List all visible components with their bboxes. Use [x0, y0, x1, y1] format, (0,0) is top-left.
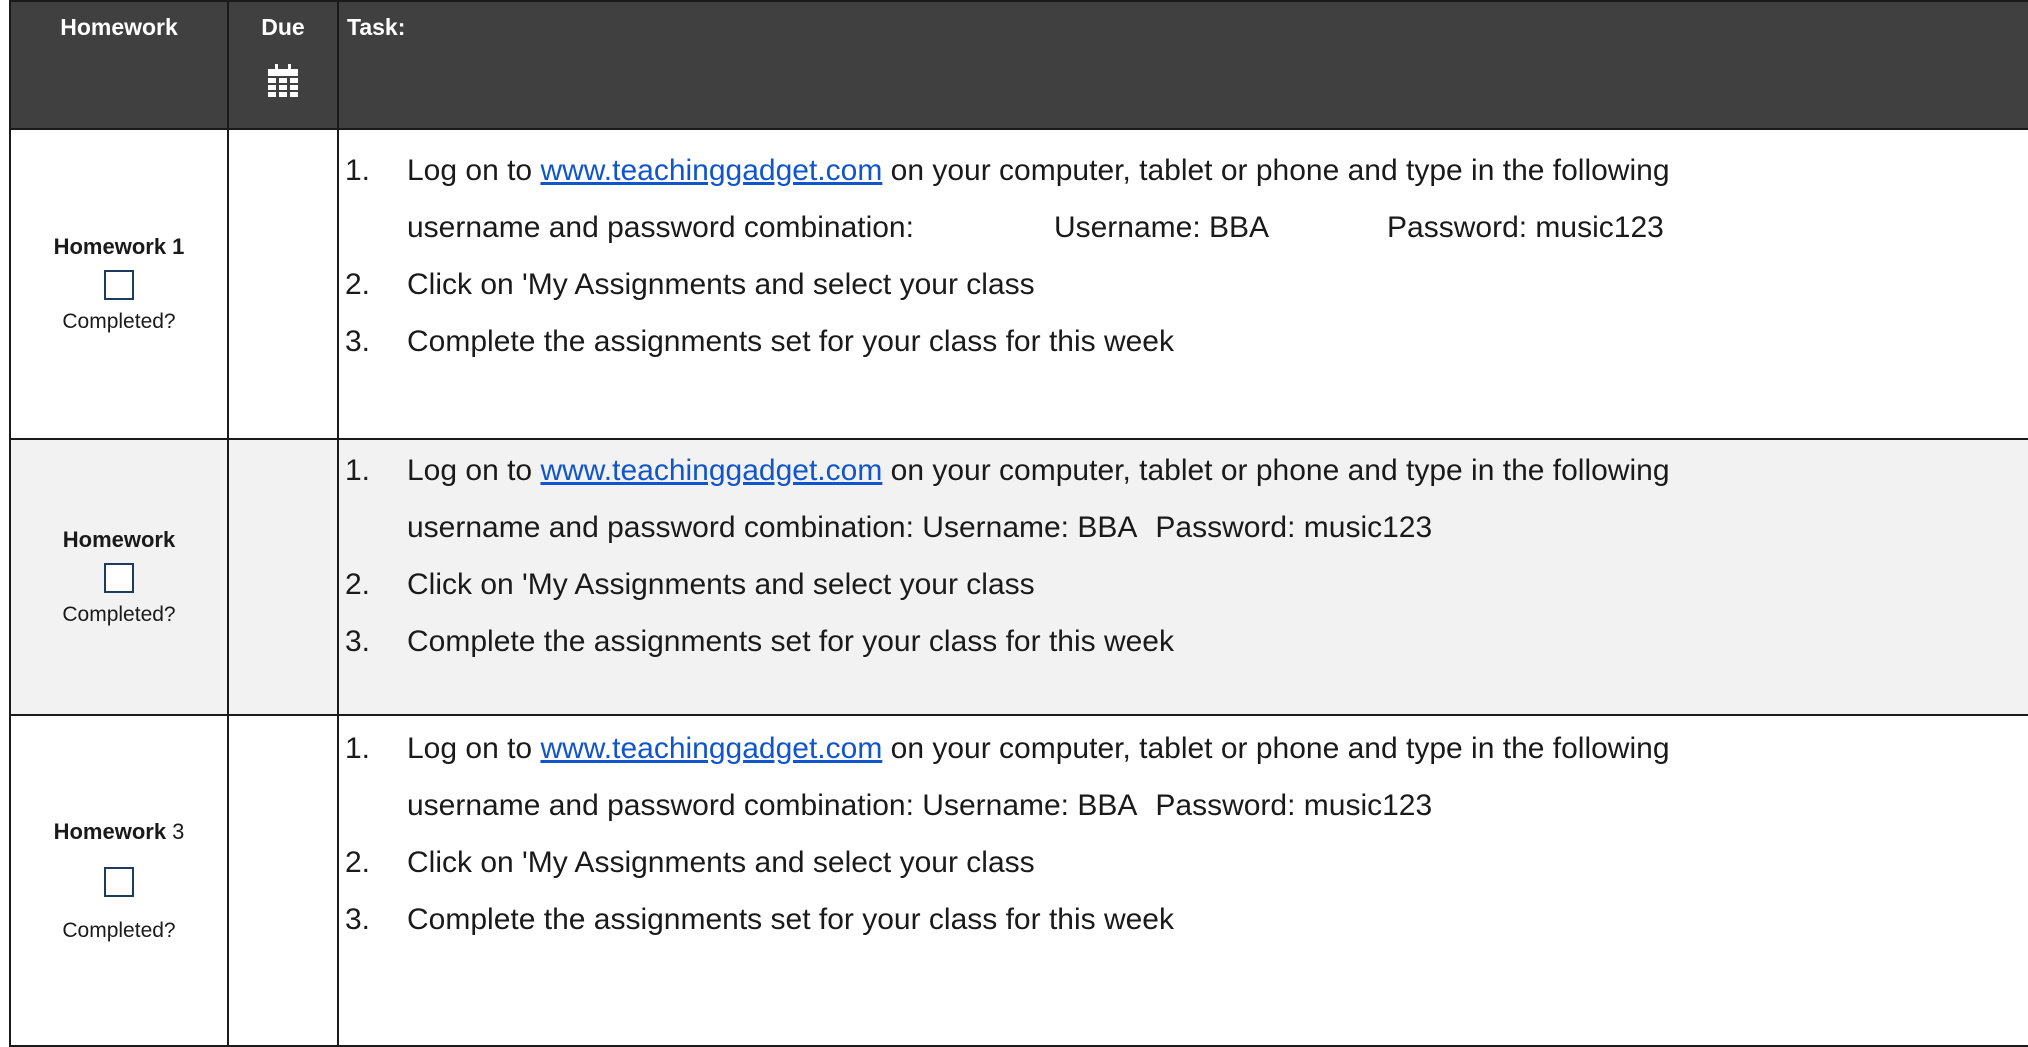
header-homework: Homework [9, 0, 229, 130]
due-cell [227, 438, 339, 716]
password-text: Password: music123 [1155, 788, 1433, 822]
teachinggadget-link[interactable]: www.teachinggadget.com [540, 454, 882, 487]
header-task: Task: [337, 0, 2028, 130]
homework-title: Homework 1 [53, 234, 185, 259]
teachinggadget-link[interactable]: www.teachinggadget.com [540, 154, 882, 187]
task-cell: 1. Log on to www.teachinggadget.com on y… [337, 714, 2028, 1047]
homework-row: Homework 1 Completed? 1. Log on to www.t… [9, 128, 2028, 440]
completed-label: Completed? [62, 918, 176, 942]
homework-cell: Homework Completed? [9, 438, 229, 716]
username-text: Username: BBA [1053, 210, 1270, 244]
homework-row: Homework Completed? 1. Log on to www.tea… [9, 438, 2028, 716]
password-text: Password: music123 [1387, 210, 1664, 244]
calendar-icon [268, 64, 298, 97]
homework-cell: Homework 1 Completed? [9, 128, 229, 440]
completed-label: Completed? [62, 310, 176, 333]
password-text: Password: music123 [1155, 510, 1433, 544]
completed-checkbox[interactable] [104, 866, 134, 897]
task-list: 1. Log on to www.teachinggadget.com on y… [339, 142, 2028, 370]
task-step: 1. Log on to www.teachinggadget.com on y… [345, 153, 1670, 187]
task-step: 2. Click on 'My Assignments and select y… [345, 845, 1035, 879]
task-cell: 1. Log on to www.teachinggadget.com on y… [337, 128, 2028, 440]
task-list: 1. Log on to www.teachinggadget.com on y… [339, 442, 2028, 670]
due-cell [227, 128, 339, 440]
homework-cell: Homework 3 Completed? [9, 714, 229, 1047]
teachinggadget-link[interactable]: www.teachinggadget.com [540, 732, 882, 765]
task-cell: 1. Log on to www.teachinggadget.com on y… [337, 438, 2028, 716]
due-cell [227, 714, 339, 1047]
homework-title: Homework 3 [53, 818, 185, 844]
task-step: 3. Complete the assignments set for your… [345, 624, 1174, 658]
homework-row: Homework 3 Completed? 1. Log on to www.t… [9, 714, 2028, 1047]
task-step-continued: username and password combination: Usern… [407, 788, 1433, 822]
task-step: 1. Log on to www.teachinggadget.com on y… [345, 731, 1670, 765]
task-step: 2. Click on 'My Assignments and select y… [345, 267, 1035, 301]
homework-title: Homework [62, 527, 176, 552]
header-due-label: Due [261, 14, 305, 40]
header-row: Homework Due Task: [9, 0, 2028, 130]
completed-checkbox[interactable] [104, 270, 134, 300]
task-step-continued: username and password combination: Usern… [407, 510, 1433, 544]
task-step: 3. Complete the assignments set for your… [345, 324, 1174, 358]
task-step: 3. Complete the assignments set for your… [345, 902, 1174, 936]
header-due: Due [227, 0, 339, 130]
completed-label: Completed? [62, 603, 176, 626]
task-step: 2. Click on 'My Assignments and select y… [345, 567, 1035, 601]
homework-table: Homework Due Task: Homework 1 Completed?… [9, 0, 2028, 1047]
task-step: 1. Log on to www.teachinggadget.com on y… [345, 453, 1670, 487]
task-list: 1. Log on to www.teachinggadget.com on y… [339, 720, 2028, 948]
task-step-continued: username and password combination: Userna… [407, 210, 1664, 244]
completed-checkbox[interactable] [104, 563, 134, 593]
